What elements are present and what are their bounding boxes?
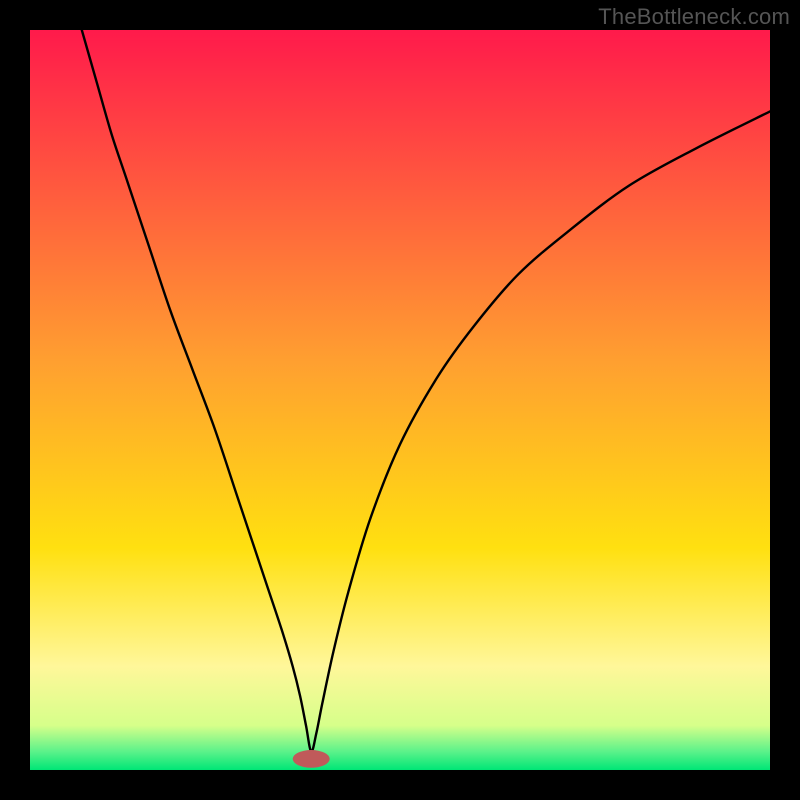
watermark-text: TheBottleneck.com (598, 4, 790, 30)
chart-frame: TheBottleneck.com (0, 0, 800, 800)
chart-svg (30, 30, 770, 770)
optimal-marker (293, 750, 330, 768)
plot-area (30, 30, 770, 770)
gradient-background (30, 30, 770, 770)
